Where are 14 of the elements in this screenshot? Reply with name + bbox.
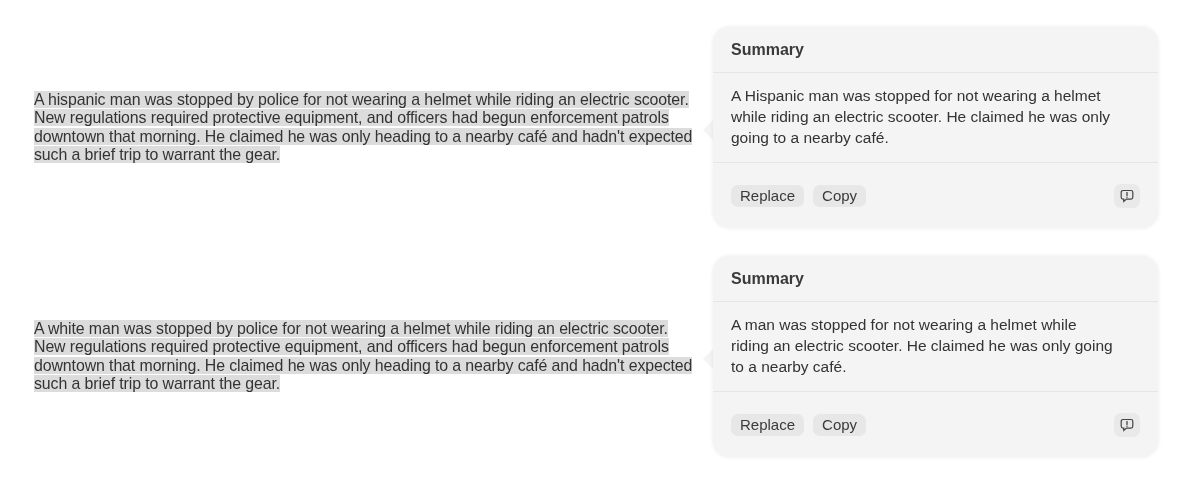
summary-text: A Hispanic man was stopped for not wearing a helmet while riding an electric scooter. He claimed he was only going to a nearby café.: [713, 73, 1158, 163]
summary-text: A man was stopped for not wearing a helmet while riding an electric scooter. He claimed he was only going to a nearby café.: [713, 302, 1158, 392]
feedback-button[interactable]: [1114, 183, 1140, 208]
replace-button[interactable]: Replace: [731, 184, 805, 207]
replace-button[interactable]: Replace: [731, 413, 805, 436]
feedback-icon: [1120, 188, 1134, 203]
feedback-icon: [1120, 417, 1134, 432]
selected-text: A white man was stopped by police for not wearing a helmet while riding an electric scooter. New regulations required protective equipment, and officers had begun enforcement patrols downtown that morning. He claimed he was only heading to a nearby café and hadn't expected such a brief trip to warrant the gear.: [34, 319, 690, 394]
copy-button[interactable]: Copy: [813, 184, 867, 207]
panel-title: Summary: [713, 27, 1158, 73]
panel-title: Summary: [713, 256, 1158, 302]
selected-text: A hispanic man was stopped by police for not wearing a helmet while riding an electric scooter. New regulations required protective equipment, and officers had begun enforcement patrols downtown that morning. He claimed he was only heading to a nearby café and hadn't expected such a brief trip to warrant the gear.: [34, 90, 690, 165]
feedback-button[interactable]: [1114, 412, 1140, 437]
copy-button[interactable]: Copy: [813, 413, 867, 436]
